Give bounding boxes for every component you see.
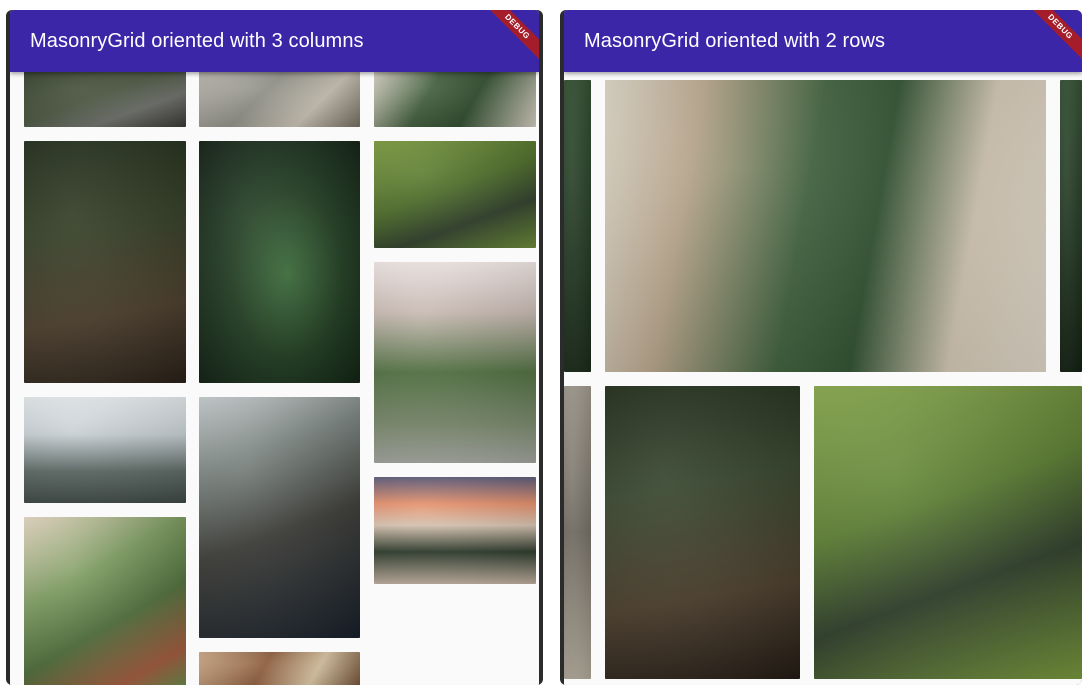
grid-tile-shelf-plants[interactable]: [605, 80, 1046, 372]
app-bar-right: MasonryGrid oriented with 2 rows DEBUG: [564, 10, 1082, 72]
debug-banner: DEBUG: [478, 10, 539, 66]
app-bar-title: MasonryGrid oriented with 2 rows: [584, 30, 886, 52]
debug-banner: DEBUG: [1021, 10, 1082, 66]
screen-right[interactable]: MasonryGrid oriented with 2 rows DEBUG: [564, 10, 1082, 685]
phone-left: MasonryGrid oriented with 3 columns DEBU…: [6, 10, 543, 685]
app-bar-title: MasonryGrid oriented with 3 columns: [30, 30, 364, 52]
grid-tile-strip-right[interactable]: [1060, 80, 1082, 372]
grid-tile-cactus[interactable]: [24, 517, 186, 685]
grid-tile-hiker[interactable]: [199, 70, 360, 127]
grid-tile-motorbike[interactable]: [24, 141, 186, 383]
grid-tile-motorbike[interactable]: [605, 386, 800, 679]
grid-tile-rock[interactable]: [564, 386, 591, 679]
grid-tile-green-valley[interactable]: [374, 141, 536, 248]
app-bar-left: MasonryGrid oriented with 3 columns DEBU…: [10, 10, 539, 72]
grid-tile-fern[interactable]: [199, 141, 360, 383]
phone-right: MasonryGrid oriented with 2 rows DEBUG: [560, 10, 1082, 685]
grid-tile-food[interactable]: [199, 652, 360, 685]
grid-tile-photographer[interactable]: [199, 397, 360, 638]
grid-tile-flowers-fence[interactable]: [374, 262, 536, 463]
grid-tile-strip-left[interactable]: [564, 80, 591, 372]
grid-tile-shelf-plants[interactable]: [374, 70, 536, 127]
screen-left[interactable]: MasonryGrid oriented with 3 columns DEBU…: [10, 10, 539, 685]
grid-tile-campervan[interactable]: [374, 477, 536, 584]
grid-tile-foggy-forest[interactable]: [24, 397, 186, 503]
grid-tile-road[interactable]: [24, 70, 186, 127]
grid-tile-green-valley[interactable]: [814, 386, 1082, 679]
